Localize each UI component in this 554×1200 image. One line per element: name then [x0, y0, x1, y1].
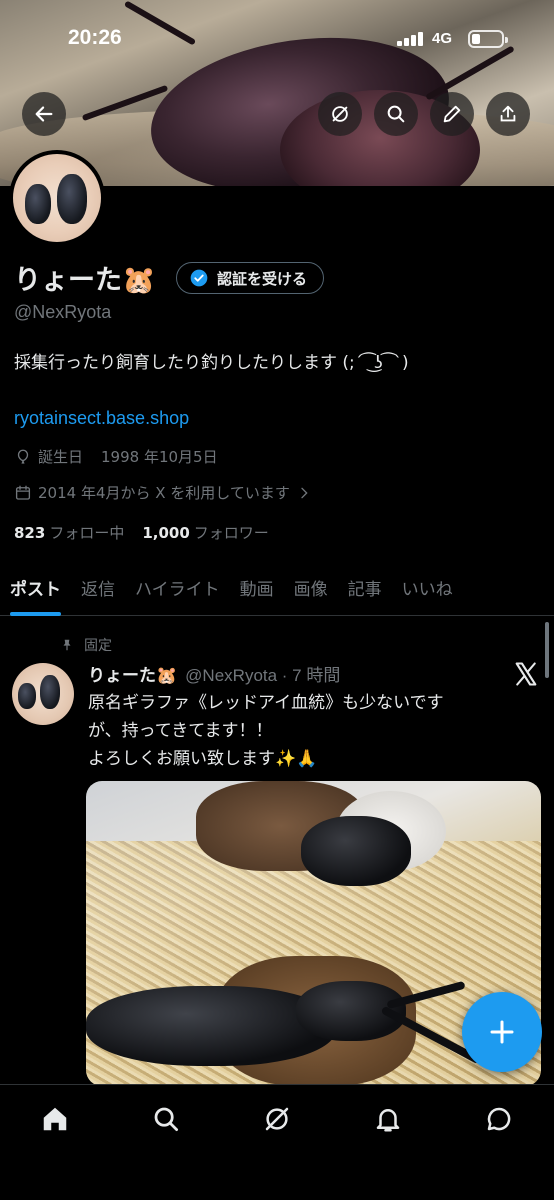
tab-posts[interactable]: ポスト: [0, 560, 71, 616]
avatar-beetle: [40, 675, 60, 709]
nav-search[interactable]: [148, 1101, 184, 1137]
avatar-beetle: [18, 683, 36, 709]
avatar-beetle: [25, 184, 51, 224]
profile-birthday: 誕生日 1998 年10月5日: [14, 446, 218, 467]
calendar-icon: [15, 485, 31, 500]
tweet-header: りょーた🐹 @NexRyota · 7 時間: [88, 661, 340, 686]
follow-stats: 823 フォロー中 1,000 フォロワー: [14, 522, 269, 543]
pin-icon: [63, 639, 71, 651]
tab-videos[interactable]: 動画: [230, 560, 284, 616]
birthday-label: 誕生日: [38, 448, 84, 466]
pinned-label: 固定: [84, 638, 112, 654]
following-label: フォロー中: [49, 524, 125, 542]
profile-avatar[interactable]: [9, 150, 105, 246]
birthday-value: 1998 年10月5日: [101, 448, 218, 466]
followers-label: フォロワー: [193, 524, 269, 542]
share-button[interactable]: [486, 92, 530, 136]
verified-badge-icon: [190, 269, 208, 287]
bottom-nav: [0, 1084, 554, 1200]
tweet-line: 原名ギラファ《レッドアイ血統》も少ないです: [88, 693, 444, 713]
tweet-line: が、持ってきてます！！: [88, 721, 273, 741]
profile-handle: @NexRyota: [14, 302, 112, 322]
share-icon: [500, 105, 516, 122]
plus-icon: [490, 1020, 514, 1044]
network-type: 4G: [432, 30, 453, 47]
avatar-beetle: [57, 174, 87, 224]
tweet-line: よろしくお願い致します✨🙏: [88, 749, 318, 769]
message-icon: [487, 1107, 511, 1131]
tab-images[interactable]: 画像: [284, 560, 338, 616]
tweet-text: 原名ギラファ《レッドアイ血統》も少ないです が、持ってきてます！！ よろしくお願…: [88, 689, 518, 773]
verify-label: 認証を受ける: [217, 269, 308, 288]
profile-link[interactable]: ryotainsect.base.shop: [14, 408, 189, 429]
followers-link[interactable]: 1,000 フォロワー: [142, 522, 268, 543]
chevron-right-icon: [301, 487, 308, 498]
profile-tabs: ポスト 返信 ハイライト 動画 画像 記事 いいね: [0, 560, 554, 616]
following-link[interactable]: 823 フォロー中: [14, 522, 124, 543]
profile-bio: 採集行ったり飼育したり釣りしたりします (;´ ͡ ͜ʖ ͡ `): [14, 353, 409, 373]
x-logo-icon[interactable]: [512, 660, 540, 688]
home-icon: [43, 1107, 67, 1131]
profile-name: りょーた🐹: [14, 265, 156, 296]
followers-count: 1,000: [142, 524, 190, 542]
arrow-left-icon: [35, 106, 53, 122]
tab-likes[interactable]: いいね: [392, 560, 463, 616]
joined-text: 2014 年4月から X を利用しています: [38, 484, 290, 502]
balloon-icon: [17, 449, 29, 464]
image-beetle-female: [301, 816, 411, 886]
search-icon: [387, 105, 405, 123]
back-button[interactable]: [22, 92, 66, 136]
tab-replies[interactable]: 返信: [71, 560, 125, 616]
pinned-indicator: 固定: [60, 635, 112, 655]
bell-icon: [376, 1109, 400, 1132]
status-bar: 20:26 4G: [0, 26, 554, 56]
signal-icon: [397, 32, 425, 46]
compose-button[interactable]: [462, 992, 542, 1072]
status-time: 20:26: [68, 26, 122, 49]
tab-highlights[interactable]: ハイライト: [125, 560, 230, 616]
verify-button[interactable]: 認証を受ける: [176, 262, 325, 294]
pencil-icon: [443, 105, 461, 123]
profile-joined[interactable]: 2014 年4月から X を利用しています: [14, 482, 312, 503]
following-count: 823: [14, 524, 46, 542]
grok-icon: [265, 1107, 289, 1131]
nav-home[interactable]: [37, 1101, 73, 1137]
edit-button[interactable]: [430, 92, 474, 136]
search-button[interactable]: [374, 92, 418, 136]
tweet-author-name[interactable]: りょーた🐹: [88, 661, 177, 686]
battery-icon: [468, 30, 508, 48]
scrollbar[interactable]: [545, 622, 549, 678]
grok-icon: [332, 106, 348, 122]
tweet-handle-time: @NexRyota · 7 時間: [185, 666, 341, 685]
search-icon: [154, 1107, 178, 1131]
nav-notifications[interactable]: [370, 1101, 406, 1137]
nav-messages[interactable]: [481, 1101, 517, 1137]
tweet-avatar[interactable]: [12, 663, 74, 725]
grok-button[interactable]: [318, 92, 362, 136]
nav-grok[interactable]: [259, 1101, 295, 1137]
tab-articles[interactable]: 記事: [338, 560, 392, 616]
